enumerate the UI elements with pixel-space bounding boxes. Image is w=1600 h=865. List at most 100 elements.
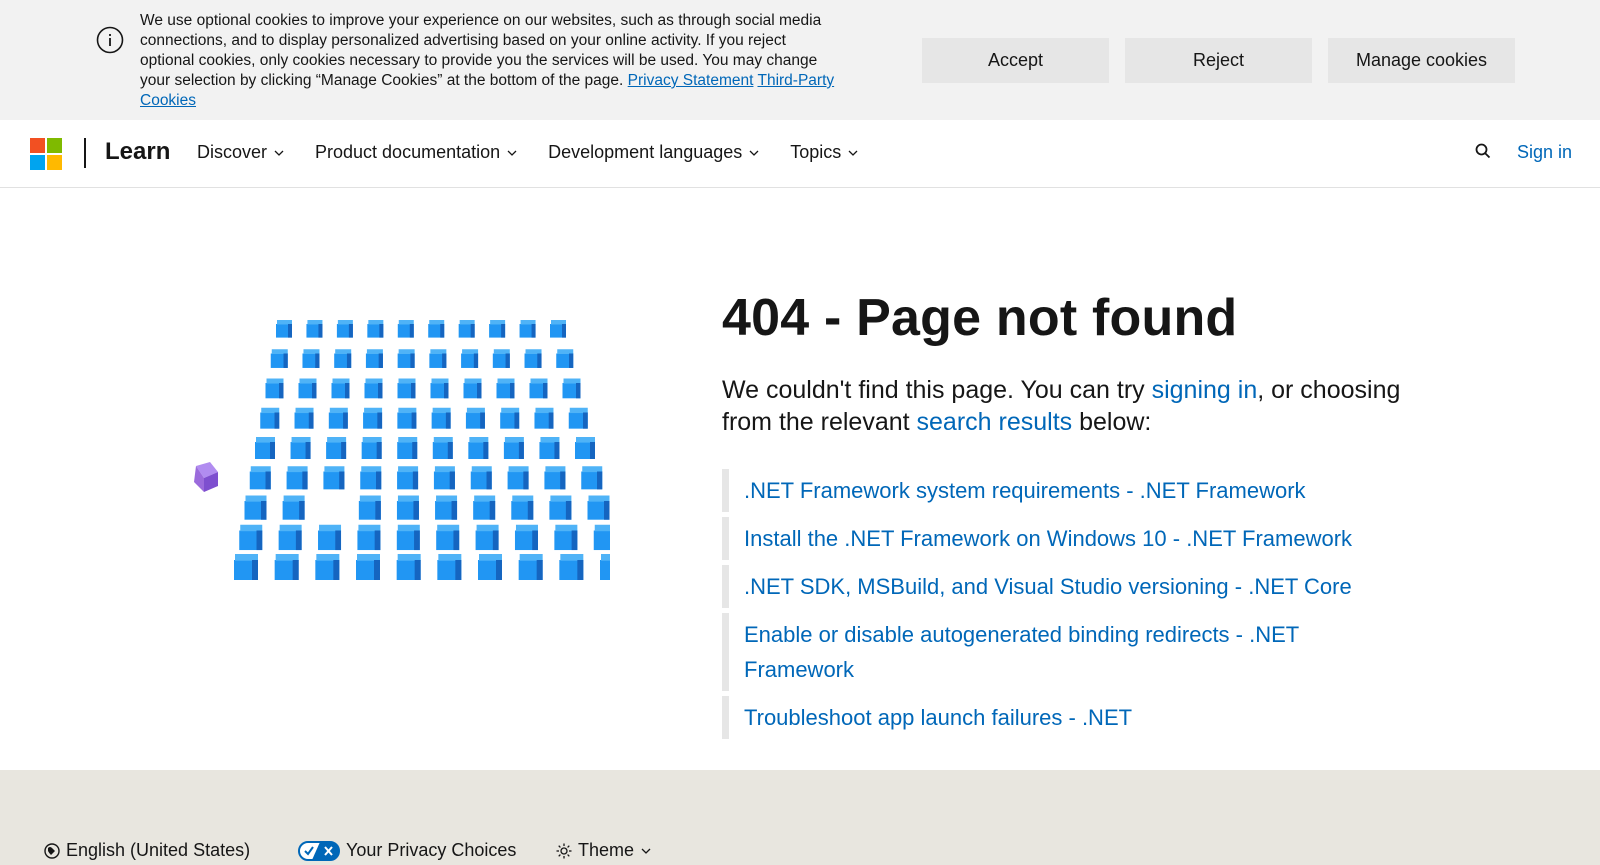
manage-cookies-button[interactable]: Manage cookies bbox=[1328, 38, 1515, 83]
microsoft-logo-icon[interactable] bbox=[30, 138, 62, 170]
cube bbox=[397, 407, 417, 429]
cube bbox=[290, 437, 311, 459]
site-header: Learn Discover Product documentation Dev… bbox=[0, 120, 1600, 188]
search-results-list: .NET Framework system requirements - .NE… bbox=[722, 469, 1362, 744]
cube bbox=[581, 466, 603, 490]
theme-selector[interactable]: Theme bbox=[556, 840, 651, 861]
cube bbox=[365, 349, 383, 368]
sun-icon bbox=[556, 843, 572, 858]
cookie-message: We use optional cookies to improve your … bbox=[140, 11, 840, 111]
nav-product-documentation[interactable]: Product documentation bbox=[315, 142, 517, 163]
cube bbox=[529, 378, 548, 399]
brand-learn[interactable]: Learn bbox=[105, 138, 170, 166]
cube bbox=[437, 554, 462, 580]
cube bbox=[315, 554, 340, 580]
cube bbox=[361, 437, 382, 459]
cube bbox=[514, 524, 538, 551]
cube bbox=[544, 466, 566, 490]
result-link[interactable]: Enable or disable autogenerated binding … bbox=[744, 613, 1362, 691]
cube bbox=[270, 349, 288, 368]
cube bbox=[550, 320, 566, 338]
privacy-label: Your Privacy Choices bbox=[346, 840, 517, 860]
cube bbox=[463, 378, 482, 399]
cube bbox=[298, 378, 317, 399]
cube bbox=[470, 466, 492, 490]
result-link[interactable]: Troubleshoot app launch failures - .NET bbox=[744, 696, 1362, 739]
cube bbox=[431, 407, 451, 429]
cube bbox=[396, 524, 420, 551]
cookie-banner: We use optional cookies to improve your … bbox=[0, 0, 1600, 120]
cube bbox=[260, 407, 280, 429]
privacy-choices-link[interactable]: Your Privacy Choices bbox=[298, 840, 516, 861]
chevron-down-icon bbox=[749, 150, 759, 156]
cube bbox=[435, 495, 458, 520]
cube bbox=[568, 407, 588, 429]
chevron-down-icon bbox=[507, 150, 517, 156]
cube bbox=[276, 320, 292, 338]
result-link[interactable]: .NET Framework system requirements - .NE… bbox=[744, 469, 1362, 512]
nav-topics[interactable]: Topics bbox=[790, 142, 858, 163]
nav-label: Development languages bbox=[548, 142, 743, 162]
cube bbox=[397, 378, 416, 399]
search-results-link[interactable]: search results bbox=[917, 408, 1073, 436]
nav-development-languages[interactable]: Development languages bbox=[548, 142, 759, 163]
cube bbox=[397, 466, 419, 490]
theme-label: Theme bbox=[578, 840, 635, 860]
cube bbox=[503, 437, 524, 459]
privacy-statement-link[interactable]: Privacy Statement bbox=[628, 72, 754, 89]
nav-label: Discover bbox=[197, 142, 268, 162]
reject-button[interactable]: Reject bbox=[1125, 38, 1312, 83]
result-link[interactable]: .NET SDK, MSBuild, and Visual Studio ver… bbox=[744, 565, 1362, 608]
main-nav: Discover Product documentation Developme… bbox=[197, 142, 889, 163]
language-selector[interactable]: English (United States) bbox=[44, 840, 250, 861]
cube bbox=[519, 320, 536, 338]
cube bbox=[396, 554, 421, 580]
cube bbox=[323, 466, 345, 490]
cube bbox=[396, 495, 419, 520]
cube bbox=[436, 524, 460, 551]
privacy-toggle-icon bbox=[298, 840, 340, 861]
page-title: 404 - Page not found bbox=[722, 289, 1238, 347]
cube bbox=[334, 349, 352, 368]
footer: English (United States) Your Privacy Cho… bbox=[0, 770, 1600, 865]
language-label: English (United States) bbox=[66, 840, 251, 860]
cube bbox=[249, 466, 271, 490]
cube bbox=[549, 495, 572, 520]
cube bbox=[356, 554, 380, 580]
cube bbox=[360, 466, 382, 490]
cube bbox=[397, 437, 418, 459]
search-icon[interactable] bbox=[1474, 142, 1492, 160]
cube bbox=[554, 524, 578, 551]
cube bbox=[518, 554, 543, 580]
chevron-down-icon bbox=[641, 848, 651, 854]
cube bbox=[274, 554, 299, 580]
cube bbox=[306, 320, 323, 338]
cube bbox=[433, 466, 455, 490]
list-item: .NET SDK, MSBuild, and Visual Studio ver… bbox=[722, 565, 1362, 608]
cube bbox=[556, 349, 574, 368]
lead-text: We couldn't find this page. You can try … bbox=[722, 374, 1422, 438]
cube bbox=[397, 349, 415, 368]
cube bbox=[367, 320, 384, 338]
cube bbox=[302, 349, 320, 368]
cube bbox=[397, 320, 414, 338]
signing-in-link[interactable]: signing in bbox=[1152, 376, 1258, 404]
lead-text-part: We couldn't find this page. You can try bbox=[722, 376, 1152, 404]
lead-text-part: below: bbox=[1072, 408, 1152, 436]
cube bbox=[489, 320, 506, 338]
cube bbox=[294, 407, 314, 429]
nav-discover[interactable]: Discover bbox=[197, 142, 284, 163]
cube bbox=[500, 407, 520, 429]
cube bbox=[587, 495, 610, 520]
cube bbox=[575, 437, 595, 459]
sign-in-link[interactable]: Sign in bbox=[1517, 142, 1572, 163]
cube bbox=[458, 320, 475, 338]
globe-icon bbox=[44, 842, 60, 859]
cube bbox=[318, 524, 342, 551]
cube bbox=[600, 554, 610, 580]
accept-button[interactable]: Accept bbox=[922, 38, 1109, 83]
result-link[interactable]: Install the .NET Framework on Windows 10… bbox=[744, 517, 1362, 560]
cube bbox=[430, 378, 449, 399]
cube bbox=[473, 495, 496, 520]
cube bbox=[559, 554, 584, 580]
